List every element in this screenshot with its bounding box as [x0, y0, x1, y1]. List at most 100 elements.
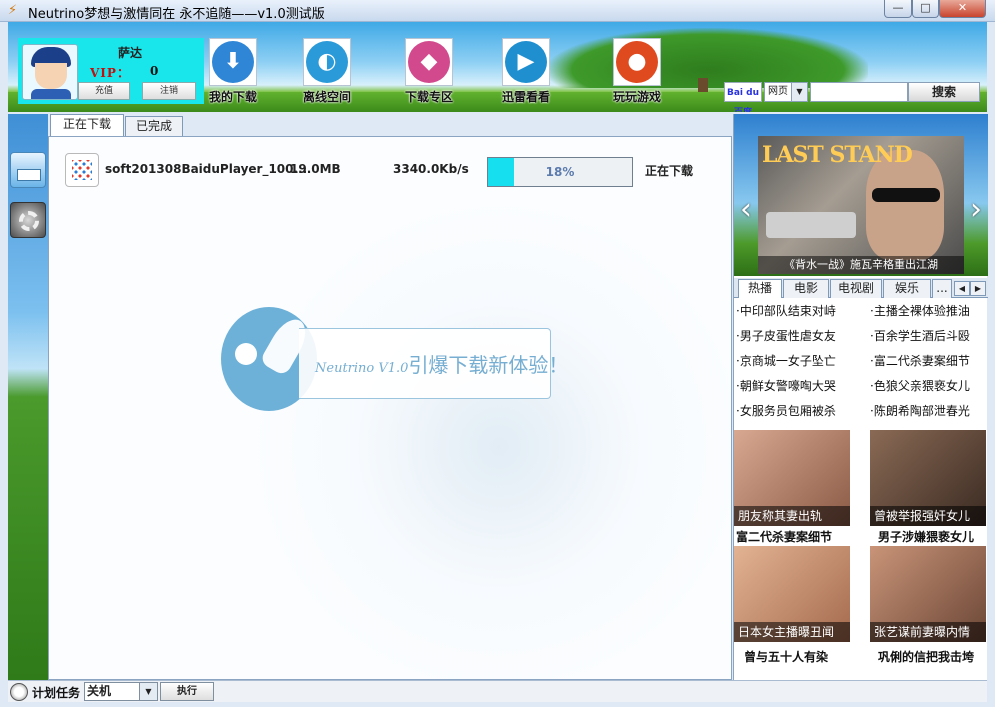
status-bar: 计划任务 关机 ▼ 执行: [8, 680, 987, 702]
promo-slogan: 引爆下载新体验！: [408, 353, 569, 377]
movie-poster[interactable]: LAST STAND 《背水一战》施瓦辛格重出江湖: [758, 136, 964, 274]
recharge-button[interactable]: 充值: [78, 82, 130, 100]
app-icon: ⚡: [8, 3, 18, 18]
list-item[interactable]: ·京商城一女子坠亡: [736, 352, 854, 369]
thumbnail-caption: 张艺谋前妻曝内情: [870, 622, 986, 642]
tab-hot[interactable]: 热播: [738, 279, 782, 298]
cloud-disc-icon: ◐: [306, 41, 348, 83]
right-panel: LAST STAND 《背水一战》施瓦辛格重出江湖 ‹ › 热播 电影 电视剧 …: [733, 114, 988, 680]
thumbnail[interactable]: 张艺谋前妻曝内情: [870, 546, 986, 642]
search-type-select[interactable]: 网页 ▼: [764, 82, 808, 102]
thumbnail-title[interactable]: 男子涉嫌猥亵女儿: [878, 528, 974, 545]
tab-completed[interactable]: 已完成: [125, 116, 183, 136]
progress-percent: 18%: [545, 165, 575, 179]
download-speed: 3340.0Kb/s: [393, 162, 469, 176]
table-row[interactable]: soft201308BaiduPlayer_100... 19.0MB 3340…: [49, 149, 731, 189]
nav-play-games[interactable]: ● 玩玩游戏: [596, 38, 678, 108]
chevron-left-icon[interactable]: ◀: [954, 281, 970, 296]
list-item[interactable]: ·女服务员包厢被杀: [736, 402, 854, 419]
promo-brand: Neutrino V1.0: [315, 361, 409, 376]
file-icon: [65, 153, 99, 187]
tab-entertainment[interactable]: 娱乐: [883, 279, 931, 298]
news-tabs: 热播 电影 电视剧 娱乐 ... ◀ ▶: [734, 278, 988, 298]
list-item[interactable]: ·色狼父亲猥亵女儿: [870, 377, 988, 394]
tab-downloading[interactable]: 正在下载: [50, 114, 124, 137]
avatar[interactable]: [22, 44, 78, 100]
plan-select[interactable]: 关机 ▼: [84, 682, 158, 701]
tab-movie[interactable]: 电影: [783, 279, 829, 298]
download-list: soft201308BaiduPlayer_100... 19.0MB 3340…: [48, 136, 732, 680]
search-box: Bai du 百度 网页 ▼ 搜索: [724, 82, 986, 112]
logout-button[interactable]: 注销: [142, 82, 196, 100]
vip-value: 0: [150, 64, 159, 78]
list-item[interactable]: ·中印部队结束对峙: [736, 302, 854, 319]
play-circle-icon: ▶: [505, 41, 547, 83]
execute-button[interactable]: 执行: [160, 682, 214, 701]
chevron-right-icon[interactable]: ▶: [970, 281, 986, 296]
promo-text: Neutrino V1.0引爆下载新体验！: [315, 349, 568, 378]
thumbnail-title[interactable]: 曾与五十人有染: [744, 648, 828, 665]
movie-banner: LAST STAND 《背水一战》施瓦辛格重出江湖 ‹ ›: [734, 114, 988, 276]
thumbnail-caption: 曾被举报强奸女儿: [870, 506, 986, 526]
nav-xunlei-kankan[interactable]: ▶ 迅雷看看: [485, 38, 567, 108]
vip-label: VIP：: [90, 66, 130, 80]
task-status: 正在下载: [645, 164, 694, 178]
user-panel: 萨达 VIP： 0 充值 注销: [18, 38, 204, 104]
title-bar: ⚡ Neutrino梦想与激情同在 永不追随——v1.0测试版 — □ ✕: [0, 0, 995, 22]
cube-icon: ◆: [408, 41, 450, 83]
progress-bar: 18%: [487, 157, 633, 187]
chevron-down-icon[interactable]: ▼: [791, 83, 807, 101]
body-icon: [31, 89, 71, 99]
thumbnail-title[interactable]: 富二代杀妻案细节: [736, 528, 832, 545]
baidu-logo: Bai du 百度: [724, 82, 762, 112]
nav-label: 离线空间: [302, 90, 351, 104]
tab-more[interactable]: ...: [932, 279, 952, 298]
list-item[interactable]: ·男子皮蛋性虐女友: [736, 327, 854, 344]
search-type-value: 网页: [768, 86, 788, 97]
download-tray-icon: [17, 169, 41, 181]
left-rail: [8, 114, 48, 680]
thumbnail-caption: 朋友称其妻出轨: [734, 506, 850, 526]
close-button[interactable]: ✕: [939, 0, 986, 18]
search-button[interactable]: 搜索: [908, 82, 980, 102]
nav-label: 迅雷看看: [501, 90, 550, 104]
thumbnail[interactable]: 日本女主播曝丑闻: [734, 546, 850, 642]
list-item[interactable]: ·陈朗希陶部泄春光: [870, 402, 988, 419]
clock-icon: [10, 683, 28, 701]
list-item[interactable]: ·百余学生酒后斗殴: [870, 327, 988, 344]
nav-my-downloads[interactable]: ⬇ 我的下载: [192, 38, 274, 108]
chevron-right-icon[interactable]: ›: [966, 188, 986, 232]
minimize-button[interactable]: —: [884, 0, 912, 18]
maximize-button[interactable]: □: [912, 0, 939, 18]
download-arrow-icon: ⬇: [212, 41, 254, 83]
plan-label: 计划任务: [32, 686, 81, 700]
nav-label: 我的下载: [208, 90, 257, 104]
thumbnail-caption: 日本女主播曝丑闻: [734, 622, 850, 642]
poster-title: LAST STAND: [762, 142, 913, 168]
file-size: 19.0MB: [290, 162, 341, 176]
download-tray-button[interactable]: [10, 152, 46, 188]
header-banner: 萨达 VIP： 0 充值 注销 ⬇ 我的下载 ◐ 离线空间 ◆ 下载专区 ▶ 迅…: [8, 22, 987, 112]
download-tabs: 正在下载 已完成: [48, 114, 732, 137]
tab-tv[interactable]: 电视剧: [830, 279, 882, 298]
list-item[interactable]: ·富二代杀妻案细节: [870, 352, 988, 369]
thumbnail-title[interactable]: 巩俐的信把我击垮: [878, 648, 974, 665]
chevron-left-icon[interactable]: ‹: [736, 188, 756, 232]
chevron-down-icon[interactable]: ▼: [139, 683, 157, 700]
nav-download-zone[interactable]: ◆ 下载专区: [388, 38, 470, 108]
user-name: 萨达: [118, 46, 143, 60]
thumbnail[interactable]: 朋友称其妻出轨: [734, 430, 850, 526]
nav-label: 下载专区: [404, 90, 453, 104]
search-input[interactable]: [810, 82, 908, 102]
news-list: ·中印部队结束对峙 ·主播全裸体验推油 ·男子皮蛋性虐女友 ·百余学生酒后斗殴 …: [734, 300, 988, 426]
window-title: Neutrino梦想与激情同在 永不追随——v1.0测试版: [28, 7, 325, 22]
list-item[interactable]: ·主播全裸体验推油: [870, 302, 988, 319]
thumbnail[interactable]: 曾被举报强奸女儿: [870, 430, 986, 526]
nav-offline-space[interactable]: ◐ 离线空间: [286, 38, 368, 108]
settings-button[interactable]: [10, 202, 46, 238]
nav-label: 玩玩游戏: [612, 90, 661, 104]
list-item[interactable]: ·朝鲜女警嚎啕大哭: [736, 377, 854, 394]
face-icon: [35, 63, 67, 89]
thumbnail-grid: 朋友称其妻出轨 富二代杀妻案细节 曾被举报强奸女儿 男子涉嫌猥亵女儿 日本女主播…: [734, 430, 988, 680]
planet-icon: [235, 343, 257, 365]
